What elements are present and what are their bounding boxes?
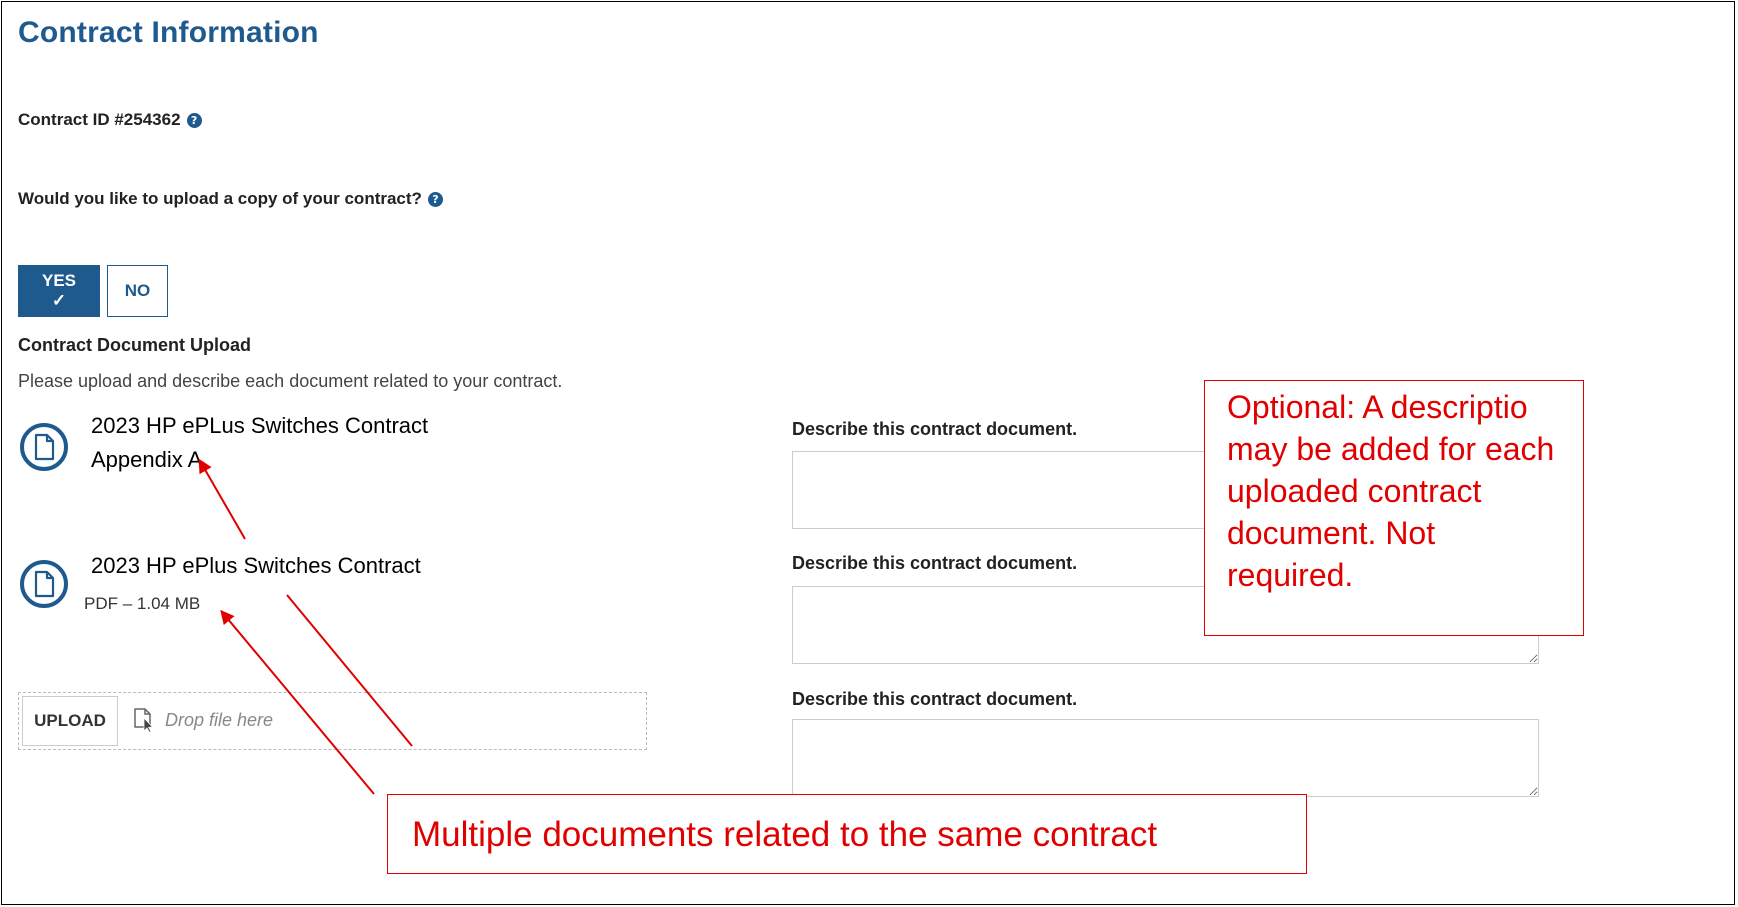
file-cursor-icon	[134, 708, 154, 733]
question-circle-icon[interactable]: ?	[427, 191, 443, 207]
document-name[interactable]: 2023 HP ePLus Switches Contract Appendix…	[91, 409, 428, 477]
document-circle-icon[interactable]	[19, 559, 69, 609]
description-label: Describe this contract document.	[792, 553, 1078, 573]
question-circle-icon[interactable]: ?	[186, 112, 202, 128]
annotation-callout-optional: Optional: A descriptio may be added for …	[1204, 380, 1584, 636]
section-instructions: Please upload and describe each document…	[18, 371, 563, 391]
upload-question: Would you like to upload a copy of your …	[18, 189, 443, 209]
contract-id: Contract ID #254362 ?	[18, 110, 202, 130]
description-label: Describe this contract document.	[792, 419, 1078, 439]
description-label: Describe this contract document.	[792, 689, 1078, 709]
upload-button[interactable]: UPLOAD	[22, 696, 118, 746]
document-circle-icon[interactable]	[19, 422, 69, 472]
callout-line: uploaded contract	[1227, 473, 1482, 509]
callout-line: may be added for each	[1227, 431, 1555, 467]
page-title: Contract Information	[18, 16, 319, 49]
annotation-callout-multiple: Multiple documents related to the same c…	[387, 794, 1307, 874]
upload-toggle: YES ✓ NO	[18, 265, 168, 317]
section-heading: Contract Document Upload	[18, 335, 252, 355]
file-dropzone[interactable]: UPLOAD Drop file here	[18, 692, 647, 750]
drop-hint: Drop file here	[165, 710, 274, 730]
document-name-line: 2023 HP ePLus Switches Contract	[91, 413, 429, 438]
description-input-3[interactable]	[792, 719, 1539, 797]
yes-button[interactable]: YES ✓	[18, 265, 100, 317]
contract-id-text: Contract ID #254362	[18, 110, 181, 129]
no-button[interactable]: NO	[107, 265, 168, 317]
callout-line: required.	[1227, 557, 1354, 593]
callout-line: document. Not	[1227, 515, 1436, 551]
document-meta: PDF – 1.04 MB	[84, 594, 201, 613]
document-name[interactable]: 2023 HP ePlus Switches Contract	[91, 549, 421, 583]
upload-question-text: Would you like to upload a copy of your …	[18, 189, 422, 208]
contract-information-panel: Contract Information Contract ID #254362…	[1, 1, 1735, 905]
document-name-line: Appendix A	[91, 447, 203, 472]
callout-line: Optional: A descriptio	[1227, 389, 1528, 425]
